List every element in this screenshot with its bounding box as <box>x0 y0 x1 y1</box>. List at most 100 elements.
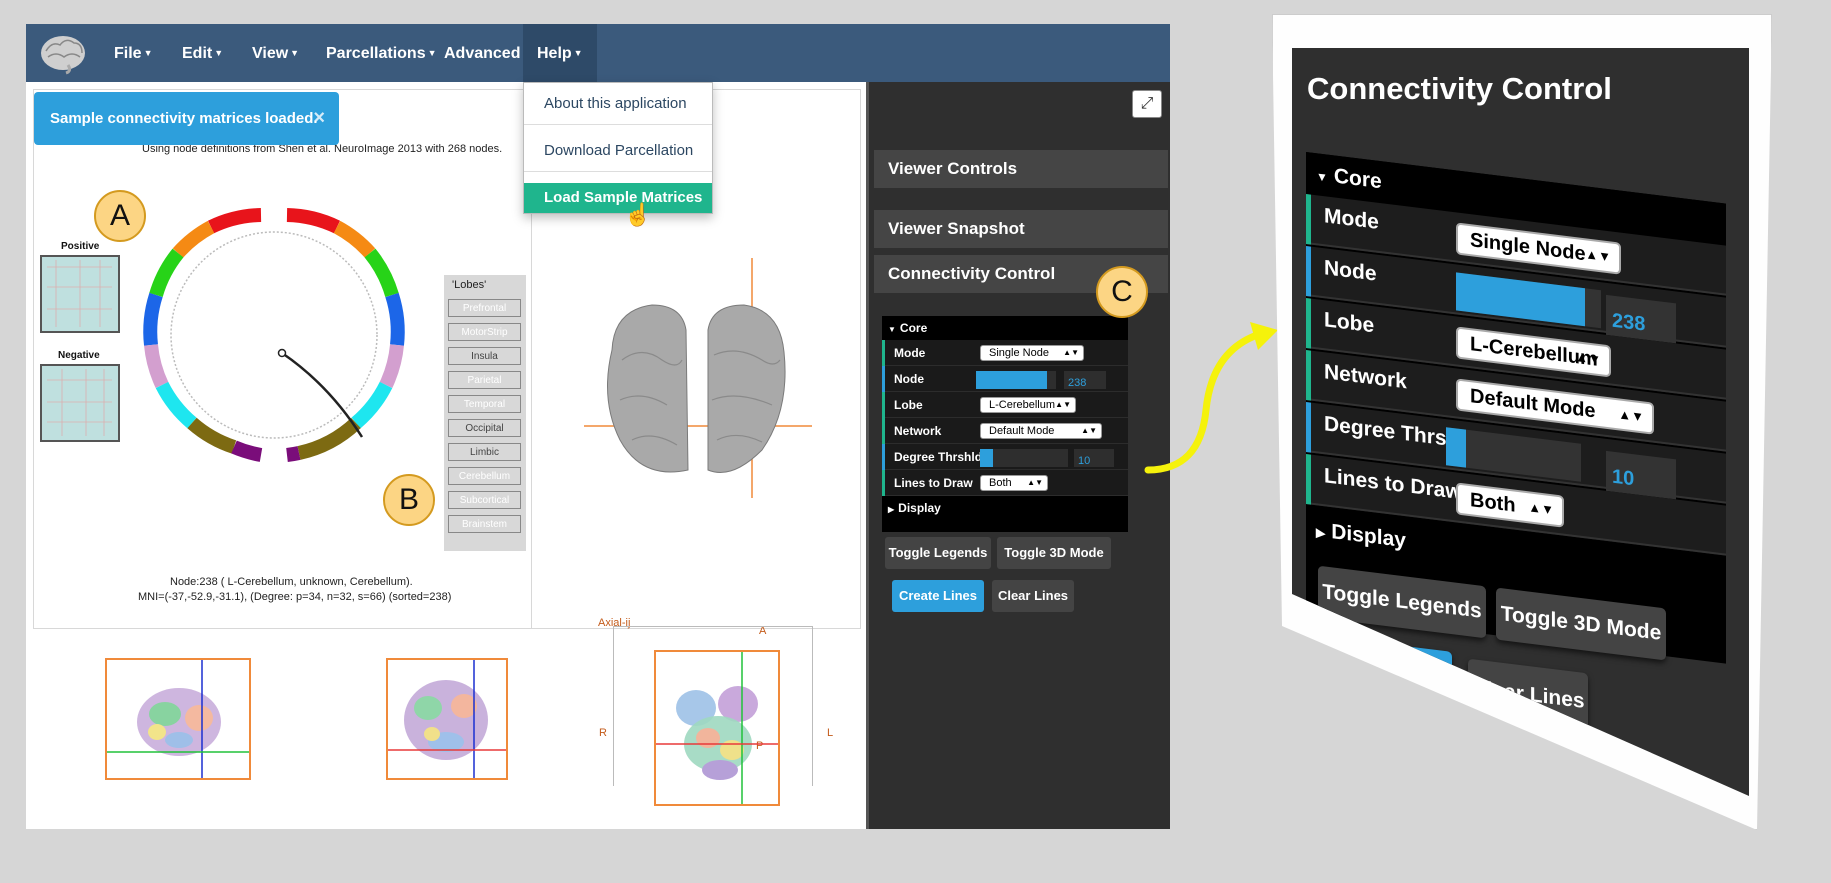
coronal-view[interactable] <box>386 658 508 780</box>
create-lines-button[interactable]: Create Lines <box>892 580 984 612</box>
row-accent-bar <box>1306 298 1311 349</box>
matrix-heatmap-icon <box>47 260 112 327</box>
lobe-legend-item[interactable]: Parietal <box>448 371 521 389</box>
zoom-mode-label: Mode <box>1324 204 1379 234</box>
select-arrows-icon: ▲▼ <box>1027 478 1043 487</box>
lobe-segment <box>286 446 301 462</box>
callout-arrow-icon <box>1144 322 1278 474</box>
degree-label: Degree Thrshld <box>894 450 983 464</box>
positive-matrix-thumbnail[interactable] <box>40 255 120 333</box>
menu-item-about[interactable]: About this application <box>524 89 712 119</box>
hand-cursor-icon: ☝ <box>624 202 652 227</box>
lobe-legend-item[interactable]: Temporal <box>448 395 521 413</box>
coronal-brain-render <box>388 660 506 778</box>
notification-toast: Sample connectivity matrices loaded. × <box>34 92 339 145</box>
lobe-segment <box>364 248 399 298</box>
lobe-legend-item[interactable]: Cerebellum <box>448 467 521 485</box>
lobe-segment <box>297 417 361 460</box>
zoom-lobe-select[interactable]: L-Cerebellum ▲▼ <box>1456 326 1611 378</box>
select-arrows-icon: ▲▼ <box>1055 400 1071 409</box>
gui-row-lines: Lines to Draw Both ▲▼ <box>882 470 1128 496</box>
row-accent-bar <box>882 392 885 418</box>
clear-lines-button[interactable]: Clear Lines <box>992 580 1074 612</box>
row-accent-bar <box>882 366 885 392</box>
expand-icon[interactable]: ⤢ <box>1132 90 1162 118</box>
triangle-down-icon: ▼ <box>888 325 896 334</box>
mode-label: Mode <box>894 346 926 360</box>
lobe-legend-item[interactable]: Occipital <box>448 419 521 437</box>
menu-item-load-sample-matrices[interactable]: Load Sample Matrices <box>524 183 712 213</box>
row-accent-bar <box>1306 246 1311 297</box>
axial-brain-render <box>656 652 778 804</box>
lobe-legend-item[interactable]: Insula <box>448 347 521 365</box>
menu-file[interactable]: File ▼ <box>100 24 166 82</box>
node-number-input[interactable]: 238 <box>1064 371 1106 389</box>
node-slider[interactable] <box>976 371 1056 389</box>
connectogram-panel: Using node definitions from Shen et al. … <box>33 89 536 629</box>
menu-edit-label: Edit <box>182 45 213 62</box>
axial-dir-right: R <box>599 727 607 739</box>
toggle-3d-mode-button[interactable]: Toggle 3D Mode <box>997 537 1111 569</box>
caret-down-icon: ▼ <box>573 48 583 58</box>
select-arrows-icon: ▲▼ <box>1081 426 1097 435</box>
row-accent-bar <box>882 340 885 366</box>
menu-view[interactable]: View ▼ <box>238 24 313 82</box>
network-value: Default Mode <box>989 425 1055 437</box>
row-accent-bar <box>882 418 885 444</box>
select-arrows-icon: ▲▼ <box>1528 499 1554 518</box>
lines-select[interactable]: Both ▲▼ <box>980 475 1048 491</box>
row-accent-bar <box>1306 194 1311 245</box>
connectogram-ring[interactable] <box>124 205 434 465</box>
lobe-legend-item[interactable]: Subcortical <box>448 491 521 509</box>
menu-file-label: File <box>114 45 142 62</box>
row-accent-bar <box>1306 402 1311 453</box>
network-label: Network <box>894 424 942 438</box>
menu-divider <box>524 171 712 172</box>
triangle-down-icon: ▼ <box>1316 169 1328 185</box>
close-icon[interactable]: × <box>313 92 325 145</box>
row-accent-bar <box>882 470 885 496</box>
menu-help-label: Help <box>537 45 572 62</box>
toast-message: Sample connectivity matrices loaded. <box>50 110 318 127</box>
network-select[interactable]: Default Mode ▲▼ <box>980 423 1102 439</box>
sagittal-view[interactable] <box>105 658 251 780</box>
negative-matrix-label: Negative <box>58 350 100 361</box>
lobe-segment <box>231 440 263 462</box>
section-viewer-snapshot[interactable]: Viewer Snapshot <box>874 210 1168 248</box>
section-viewer-controls[interactable]: Viewer Controls <box>874 150 1168 188</box>
toggle-legends-button[interactable]: Toggle Legends <box>885 537 991 569</box>
right-hemisphere <box>707 304 786 473</box>
lobe-legend-item[interactable]: Limbic <box>448 443 521 461</box>
folder-display[interactable]: ▶ Display <box>882 496 1128 520</box>
annotation-badge-a: A <box>94 190 146 242</box>
selected-node[interactable] <box>277 348 287 358</box>
menu-help[interactable]: Help ▼ <box>523 24 597 82</box>
negative-matrix-thumbnail[interactable] <box>40 364 120 442</box>
menu-edit[interactable]: Edit ▼ <box>168 24 237 82</box>
lobe-select[interactable]: L-Cerebellum ▲▼ <box>980 397 1076 413</box>
lines-value: Both <box>989 477 1012 489</box>
folder-display-label: Display <box>898 501 941 515</box>
mode-select[interactable]: Single Node ▲▼ <box>980 345 1084 361</box>
zoom-lines-select[interactable]: Both ▲▼ <box>1456 482 1564 528</box>
lobe-segment <box>333 220 376 258</box>
degree-number-input[interactable]: 10 <box>1074 449 1114 467</box>
axial-view[interactable] <box>654 650 780 806</box>
zoom-folder-core-label: Core <box>1333 164 1382 194</box>
lobe-legend-item[interactable]: Brainstem <box>448 515 521 533</box>
lobe-legend-item[interactable]: Prefrontal <box>448 299 521 317</box>
node-ring <box>170 231 378 439</box>
zoom-title: Connectivity Control <box>1307 71 1612 106</box>
brain-logo-icon[interactable] <box>38 29 88 75</box>
lobe-segment <box>172 220 215 258</box>
degree-slider[interactable] <box>980 449 1068 467</box>
node-slider-fill <box>976 371 1048 389</box>
lobe-segment <box>149 248 184 298</box>
caret-down-icon: ▼ <box>290 48 300 58</box>
triangle-right-icon: ▶ <box>1316 525 1326 541</box>
folder-core[interactable]: ▼ Core <box>882 316 1128 340</box>
gui-row-node: Node 238 <box>882 366 1128 392</box>
lobe-legend-item[interactable]: MotorStrip <box>448 323 521 341</box>
menu-item-download-parcellation[interactable]: Download Parcellation <box>524 136 712 166</box>
lobe-legend: 'Lobes' Prefrontal MotorStrip Insula Par… <box>444 275 526 551</box>
